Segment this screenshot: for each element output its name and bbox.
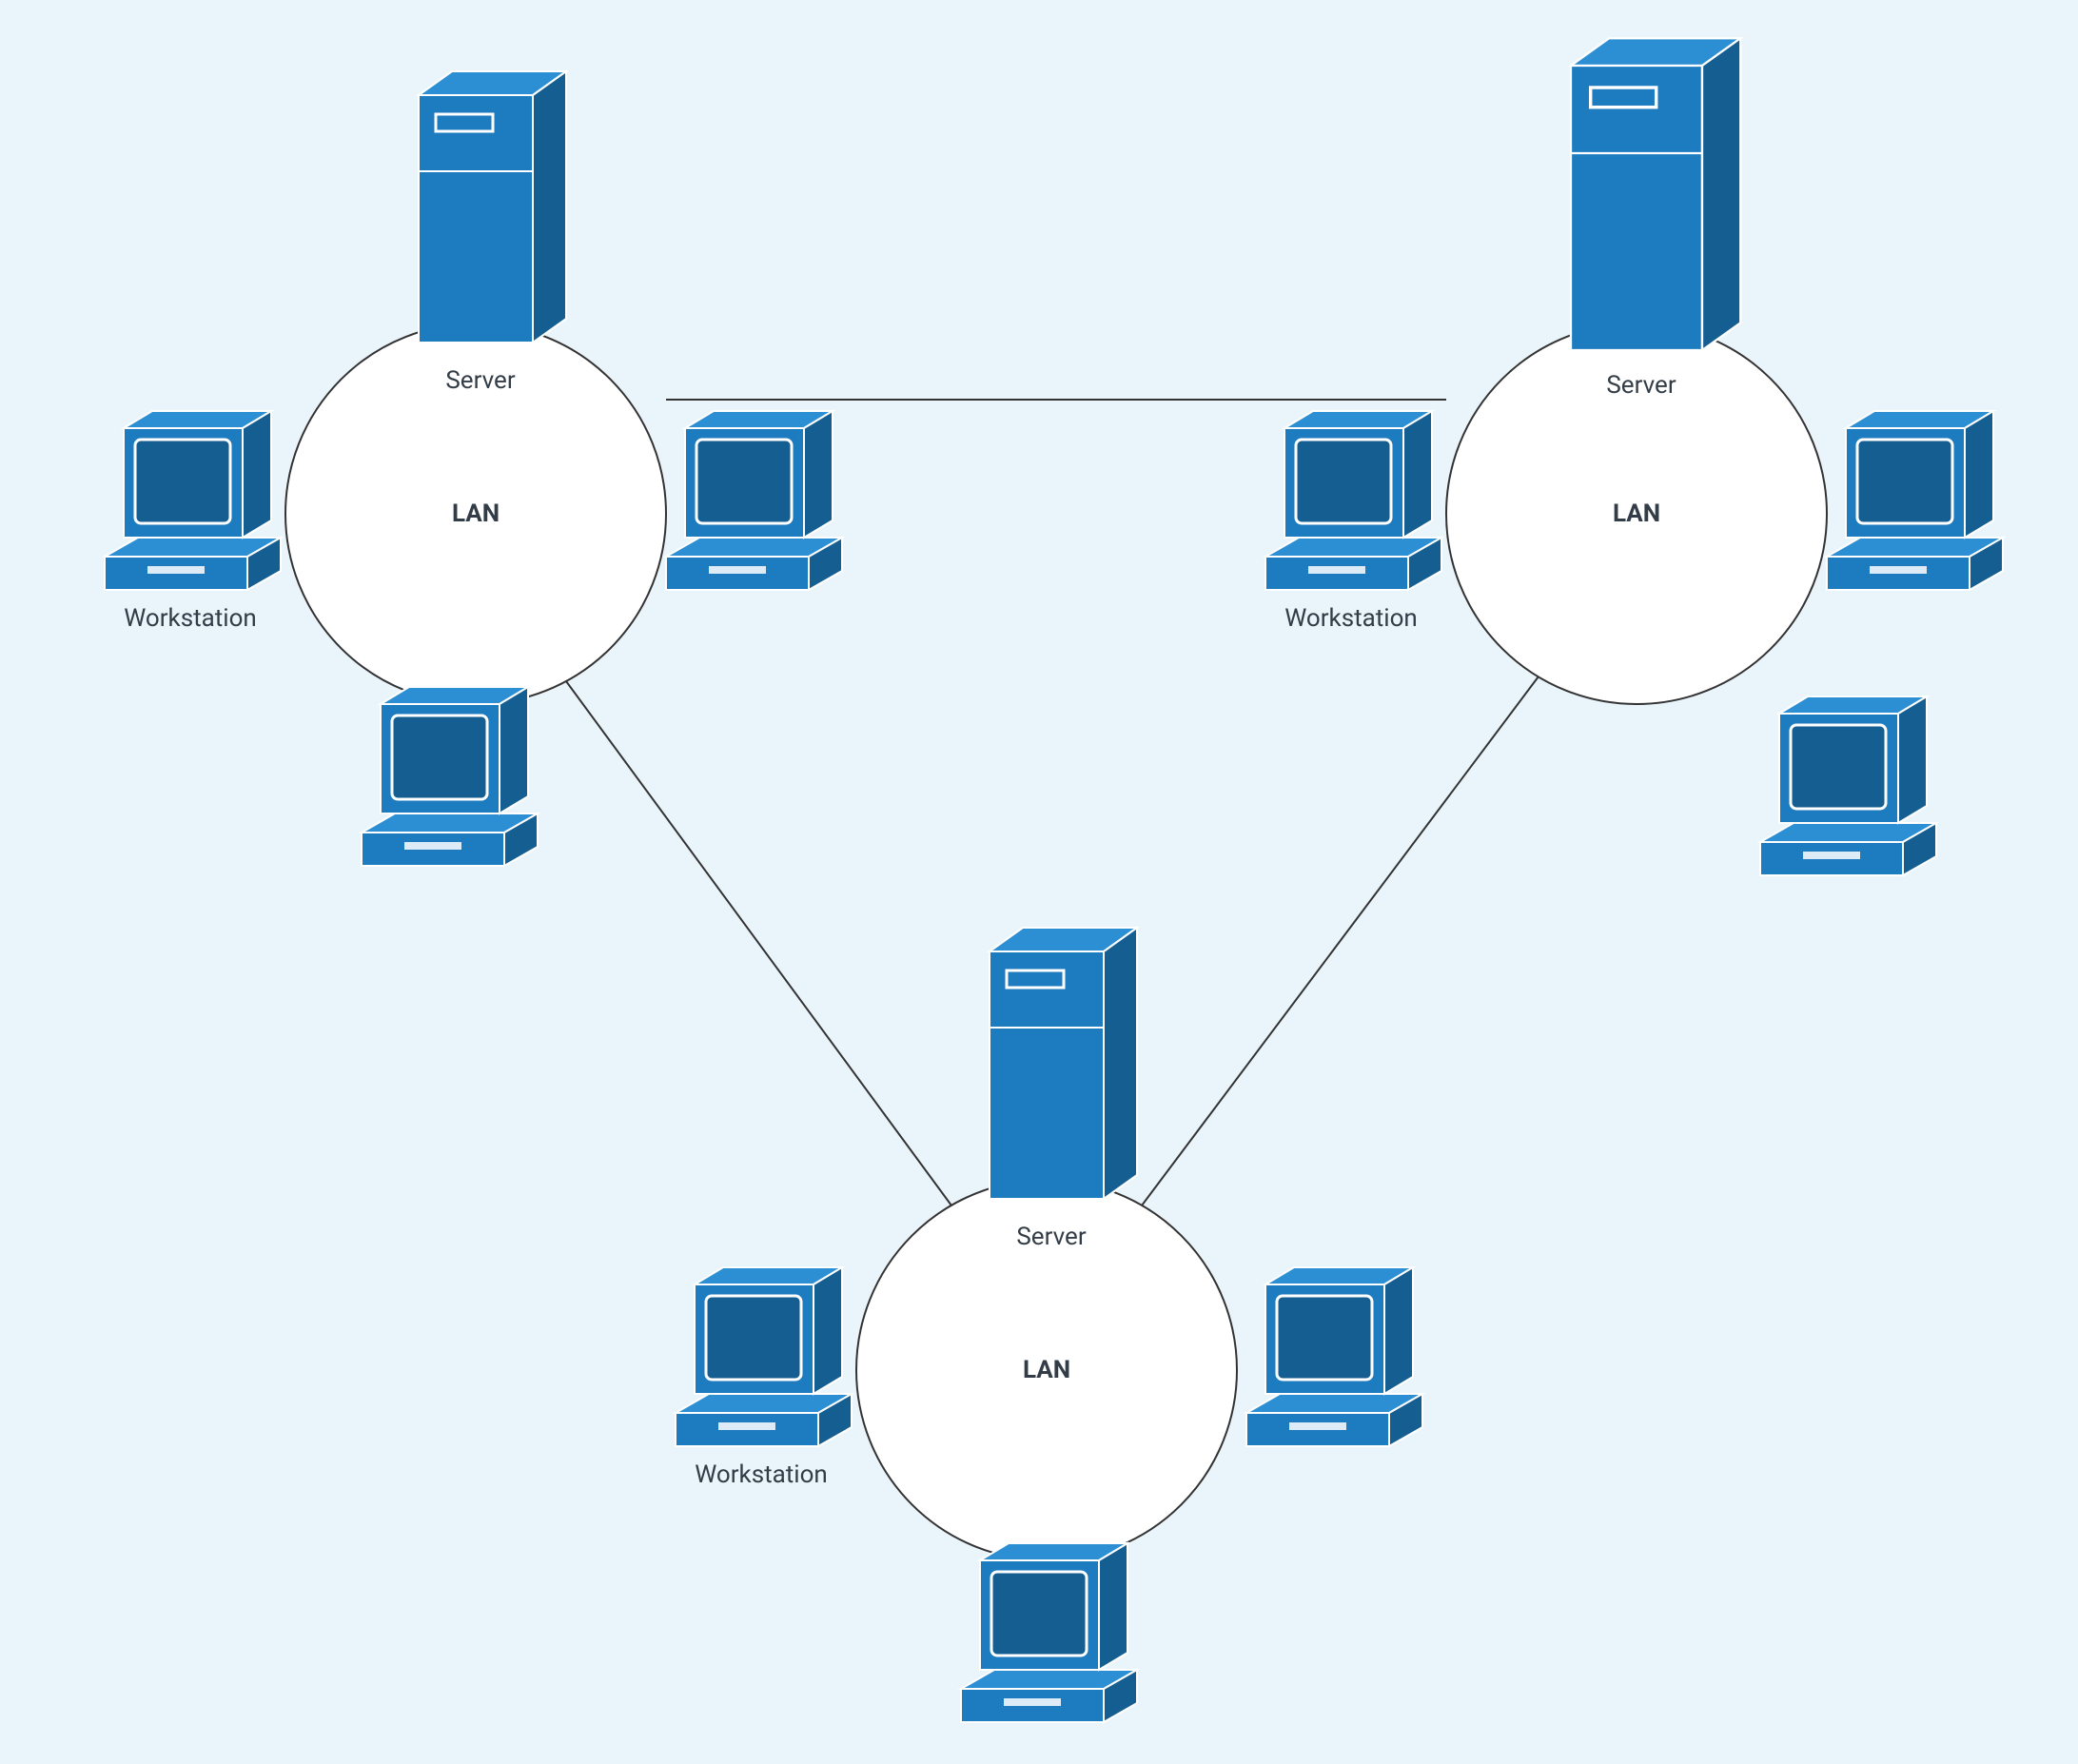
diagram-canvas: LAN LAN LAN Server Server Server Worksta… — [0, 0, 2078, 1764]
workstation-icon — [105, 411, 281, 590]
server-icon — [990, 928, 1137, 1199]
link-tl-b — [566, 681, 951, 1205]
server-label: Server — [445, 366, 515, 395]
workstation-icon — [1265, 411, 1441, 590]
link-tr-b — [1142, 676, 1539, 1205]
workstation-label: Workstation — [1284, 604, 1418, 633]
lan-label: LAN — [1023, 1356, 1070, 1384]
diagram-svg-layer — [0, 0, 2078, 1764]
workstation-label: Workstation — [695, 1460, 828, 1489]
workstation-icon — [676, 1267, 852, 1446]
workstation-label: Workstation — [124, 604, 257, 633]
server-label: Server — [1606, 371, 1676, 400]
workstation-icon — [666, 411, 842, 590]
server-label: Server — [1016, 1223, 1086, 1251]
workstation-icon — [1827, 411, 2003, 590]
server-icon — [1571, 38, 1740, 350]
workstation-icon — [961, 1543, 1137, 1722]
workstation-icon — [1760, 696, 1936, 875]
server-icon — [419, 71, 566, 343]
workstation-icon — [362, 687, 538, 866]
workstation-icon — [1246, 1267, 1422, 1446]
lan-label: LAN — [1613, 500, 1660, 528]
lan-label: LAN — [452, 500, 500, 528]
